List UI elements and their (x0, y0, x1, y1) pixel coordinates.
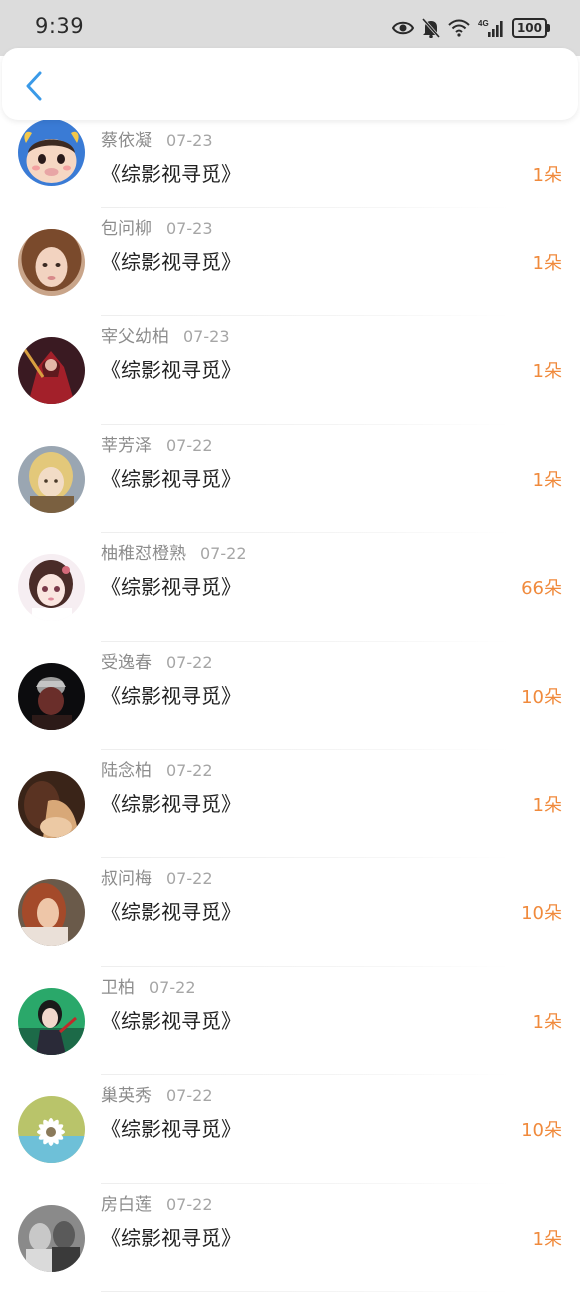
send-date: 07-23 (166, 131, 213, 150)
flower-amount: 1朵 (532, 165, 562, 186)
list-item[interactable]: 巢英秀 07-22 《综影视寻觅》 10朵 (0, 1075, 580, 1184)
flower-amount: 1朵 (532, 1228, 562, 1250)
anime-blonde-avatar (18, 445, 85, 513)
send-date: 07-22 (166, 1194, 213, 1214)
list-item[interactable]: 柚稚怼橙熟 07-22 《综影视寻觅》 66朵 (0, 533, 580, 642)
book-title: 《综影视寻觅》 (101, 466, 241, 491)
send-date: 07-22 (166, 869, 213, 889)
flower-amount: 10朵 (521, 1120, 562, 1142)
green-anime-avatar (18, 987, 85, 1055)
grayscale-photo-avatar (18, 1204, 85, 1272)
sender-name-line: 房白莲 07-22 (101, 1190, 213, 1215)
sender-name: 叔问梅 (101, 869, 152, 890)
sender-name-line: 柚稚怼橙熟 07-22 (101, 539, 247, 564)
anime-girl-avatar (18, 554, 85, 622)
book-title: 《综影视寻觅》 (101, 683, 241, 708)
status-time: 9:39 (35, 14, 85, 38)
flower-amount: 1朵 (532, 469, 562, 491)
sender-name-line: 叔问梅 07-22 (101, 864, 213, 889)
battery-level: 100 (511, 18, 547, 38)
flower-amount: 1朵 (532, 794, 562, 816)
sender-name-line: 卫柏 07-22 (101, 973, 196, 998)
sender-name: 卫柏 (101, 977, 135, 998)
book-title: 《综影视寻觅》 (101, 1008, 241, 1033)
cartoon-bull-avatar (18, 119, 85, 186)
flower-amount: 1朵 (532, 253, 562, 274)
sender-name-line: 莘芳泽 07-22 (101, 431, 213, 456)
send-date: 07-22 (149, 977, 196, 997)
warm-photo-avatar (18, 770, 85, 838)
book-title: 《综影视寻觅》 (101, 575, 241, 600)
sender-name: 莘芳泽 (101, 435, 152, 456)
book-title: 《综影视寻觅》 (101, 358, 241, 383)
list-item[interactable]: 房白莲 07-22 《综影视寻觅》 1朵 (0, 1184, 580, 1292)
status-icons: 4G 100 (391, 14, 550, 42)
eye-icon (391, 20, 414, 36)
sender-name: 包问柳 (101, 219, 152, 239)
sender-name-line: 巢英秀 07-22 (101, 1081, 213, 1106)
flower-amount: 10朵 (521, 903, 562, 925)
sender-name: 宰父幼柏 (101, 327, 169, 348)
sender-name: 蔡依凝 (101, 131, 152, 151)
flower-amount: 66朵 (521, 578, 562, 600)
signal-4g-icon: 4G (478, 18, 504, 38)
girl-photo-avatar (18, 229, 85, 296)
red-warrior-avatar (18, 337, 85, 405)
sender-name: 房白莲 (101, 1194, 152, 1215)
book-title: 《综影视寻觅》 (101, 1225, 241, 1250)
battery-icon: 100 (511, 18, 550, 38)
list-item[interactable]: 陆念柏 07-22 《综影视寻觅》 1朵 (0, 750, 580, 859)
list-item[interactable]: 蔡依凝 07-23 《综影视寻觅》 1朵 (0, 119, 580, 208)
back-button[interactable] (20, 68, 48, 104)
wifi-icon (448, 19, 470, 37)
book-title: 《综影视寻觅》 (101, 162, 241, 186)
send-date: 07-22 (166, 652, 213, 672)
book-title: 《综影视寻觅》 (101, 250, 241, 274)
bell-muted-icon (421, 18, 440, 38)
list-item[interactable]: 卫柏 07-22 《综影视寻觅》 1朵 (0, 967, 580, 1076)
send-date: 07-22 (166, 760, 213, 780)
flower-amount: 1朵 (532, 1011, 562, 1033)
list-item[interactable]: 受逸春 07-22 《综影视寻觅》 10朵 (0, 642, 580, 750)
list-item[interactable]: 宰父幼柏 07-23 《综影视寻觅》 1朵 (0, 316, 580, 425)
sender-name-line: 包问柳 07-23 (101, 214, 213, 239)
dark-character-avatar (18, 662, 85, 730)
send-date: 07-22 (166, 435, 213, 455)
sender-name-line: 宰父幼柏 07-23 (101, 322, 230, 347)
sender-name: 陆念柏 (101, 760, 152, 781)
book-title: 《综影视寻觅》 (101, 1117, 241, 1142)
send-date: 07-22 (200, 544, 247, 564)
book-title: 《综影视寻觅》 (101, 791, 241, 816)
sender-name: 柚稚怼橙熟 (101, 544, 186, 565)
list-item[interactable]: 叔问梅 07-22 《综影视寻觅》 10朵 (0, 858, 580, 967)
chevron-left-icon (26, 71, 42, 101)
gift-record-list: 蔡依凝 07-23 《综影视寻觅》 1朵 包问柳 07-23 《综影视寻觅》 1朵 宰父幼… (0, 119, 580, 1292)
sender-name-line: 受逸春 07-22 (101, 648, 213, 673)
list-item[interactable]: 包问柳 07-23 《综影视寻觅》 1朵 (0, 208, 580, 317)
send-date: 07-23 (166, 219, 213, 238)
list-item[interactable]: 莘芳泽 07-22 《综影视寻觅》 1朵 (0, 425, 580, 534)
book-title: 《综影视寻觅》 (101, 900, 241, 925)
sender-name-line: 陆念柏 07-22 (101, 756, 213, 781)
send-date: 07-23 (183, 327, 230, 347)
sender-name-line: 蔡依凝 07-23 (101, 126, 213, 151)
daisy-cup-avatar (18, 1096, 85, 1164)
top-bar (2, 48, 578, 120)
sender-name: 受逸春 (101, 652, 152, 673)
sender-name: 巢英秀 (101, 1086, 152, 1107)
flower-amount: 10朵 (521, 686, 562, 708)
network-label: 4G (478, 19, 489, 28)
flower-amount: 1朵 (532, 361, 562, 383)
send-date: 07-22 (166, 1086, 213, 1106)
red-hair-avatar (18, 879, 85, 947)
